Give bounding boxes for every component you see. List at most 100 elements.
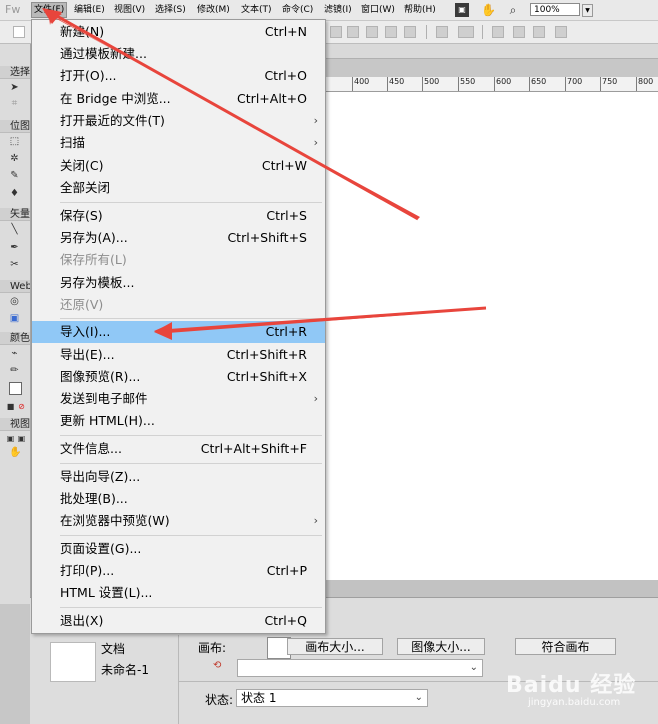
layout-icon[interactable]: ▣ [455,3,469,17]
menu-item-export[interactable]: 导出(E)... Ctrl+Shift+R [32,344,325,366]
skew-icon[interactable] [533,26,545,38]
brush-tool-icon[interactable]: ✎ [9,170,20,181]
ruler-tick-label: 600 [494,77,511,91]
zoom-dropdown-arrow[interactable]: ▼ [582,4,593,17]
flip-icon[interactable] [513,26,525,38]
ruler-tick-label: 700 [565,77,582,91]
toolbar-divider [482,25,483,39]
fullscreen-mode-icon[interactable]: ▣ [16,433,27,444]
split-icon[interactable] [385,26,397,38]
ruler-tick-label: 450 [387,77,404,91]
menu-item-save-as[interactable]: 另存为(A)... Ctrl+Shift+S [32,227,325,249]
menu-item-batch-process[interactable]: 批处理(B)... [32,488,325,510]
marquee-tool-icon[interactable]: ⬚ [9,136,20,147]
menu-item-open-recent[interactable]: 打开最近的文件(T) › [32,110,325,132]
fill-color-icon[interactable] [9,382,22,395]
bring-front-icon[interactable] [404,26,416,38]
send-back-icon[interactable] [436,26,448,38]
menu-edit[interactable]: 编辑(E) [74,3,105,17]
line-tool-icon[interactable]: ╲ [9,224,20,235]
zoom-icon[interactable]: ⌕ [506,3,520,17]
state-value: 状态 1 [241,691,277,705]
menu-item-scan[interactable]: 扫描 › [32,132,325,154]
zoom-level-field[interactable]: 100% [530,3,580,16]
submenu-arrow-icon: › [313,114,318,127]
menu-item-html-setup[interactable]: HTML 设置(L)... [32,582,325,604]
menu-item-send-email[interactable]: 发送到电子邮件 › [32,388,325,410]
canvas-option-dropdown[interactable]: ⌄ [237,659,483,677]
hotspot-tool-icon[interactable]: ◎ [9,296,20,307]
chevron-down-icon: ⌄ [414,692,423,703]
menu-item-update-html[interactable]: 更新 HTML(H)... [32,410,325,432]
menu-item-file-info[interactable]: 文件信息... Ctrl+Alt+Shift+F [32,438,325,460]
file-menu-dropdown: 新建(N) Ctrl+N 通过模板新建... 打开(O)... Ctrl+O 在 B… [31,19,326,634]
knife-tool-icon[interactable]: ✂ [9,259,20,270]
document-type-label: 文档 [101,642,126,656]
canvas-scroll-area [324,580,658,597]
menu-item-import[interactable]: 导入(I)... Ctrl+R [32,321,325,343]
pen-tool-icon[interactable]: ✒ [9,242,20,253]
menu-item-close-all[interactable]: 全部关闭 [32,177,325,199]
crop-tool-icon[interactable]: ⌗ [9,98,20,109]
menu-item-close[interactable]: 关闭(C) Ctrl+W [32,155,325,177]
rotate-icon[interactable] [492,26,504,38]
magic-wand-tool-icon[interactable]: ✲ [9,153,20,164]
menu-modify[interactable]: 修改(M) [197,3,230,17]
menu-window[interactable]: 窗口(W) [361,3,395,17]
menu-filters[interactable]: 滤镜(I) [324,3,352,17]
swap-colors-icon[interactable]: ■ [5,401,16,412]
menu-text[interactable]: 文本(T) [241,3,272,17]
image-size-button[interactable]: 图像大小... [397,638,485,655]
ruler-tick-label: 650 [529,77,546,91]
ruler-tick-label: 550 [458,77,475,91]
hand-tool-icon[interactable]: ✋ [9,447,21,458]
hand-icon[interactable]: ✋ [481,3,496,17]
distort-icon[interactable] [555,26,567,38]
canvas-size-button[interactable]: 画布大小... [287,638,383,655]
menu-help[interactable]: 帮助(H) [404,3,436,17]
app-logo: Fw [5,3,21,16]
menu-separator [60,435,322,436]
join-icon[interactable] [366,26,378,38]
menu-item-exit[interactable]: 退出(X) Ctrl+Q [32,610,325,632]
baidu-watermark: Baidu 经验 [506,673,637,698]
menu-item-image-preview[interactable]: 图像预览(R)... Ctrl+Shift+X [32,366,325,388]
fit-canvas-button[interactable]: 符合画布 [515,638,616,655]
no-color-icon[interactable]: ⊘ [16,401,27,412]
menu-item-save[interactable]: 保存(S) Ctrl+S [32,205,325,227]
tools-panel: 选择 ➤ ⌗ 位图 ⬚ ✲ ✎ ♦ 矢量 ╲ ✒ ✂ Web ◎ ▣ 颜色 ⌁ … [0,44,31,604]
menu-select[interactable]: 选择(S) [155,3,186,17]
menu-item-save-as-template[interactable]: 另存为模板... [32,272,325,294]
slice-tool-icon[interactable]: ▣ [9,313,20,324]
menu-separator [60,535,322,536]
menu-item-print[interactable]: 打印(P)... Ctrl+P [32,560,325,582]
menu-item-preview-in-browser[interactable]: 在浏览器中预览(W) › [32,510,325,532]
submenu-arrow-icon: › [313,136,318,149]
menu-item-revert: 还原(V) [60,297,104,312]
state-label: 状态: [205,693,234,707]
document-canvas[interactable] [324,92,658,580]
menu-view[interactable]: 视图(V) [114,3,145,17]
menu-item-open[interactable]: 打开(O)... Ctrl+O [32,65,325,87]
blur-tool-icon[interactable]: ♦ [9,188,20,199]
menu-file[interactable]: 文件(F) [31,2,68,18]
menu-command[interactable]: 命令(C) [282,3,313,17]
align-icon[interactable] [458,26,474,38]
tools-section-bitmap: 位图 [0,120,30,133]
tools-section-select: 选择 [0,66,30,79]
menu-item-browse-in-bridge[interactable]: 在 Bridge 中浏览... Ctrl+Alt+O [32,88,325,110]
link-icon: ⟲ [213,660,222,671]
state-dropdown[interactable]: 状态 1 ⌄ [236,689,428,707]
submenu-arrow-icon: › [313,514,318,527]
stroke-color-icon[interactable]: ✏ [9,365,20,376]
group-icon[interactable] [330,26,342,38]
menu-item-export-wizard[interactable]: 导出向导(Z)... [32,466,325,488]
menu-item-new[interactable]: 新建(N) Ctrl+N [32,21,325,43]
menu-item-page-setup[interactable]: 页面设置(G)... [32,538,325,560]
new-document-icon[interactable] [13,26,25,38]
menu-item-new-from-template[interactable]: 通过模板新建... [32,43,325,65]
eyedropper-tool-icon[interactable]: ⌁ [9,348,20,359]
ungroup-icon[interactable] [347,26,359,38]
pointer-tool-icon[interactable]: ➤ [9,82,20,93]
standard-mode-icon[interactable]: ▣ [5,433,16,444]
